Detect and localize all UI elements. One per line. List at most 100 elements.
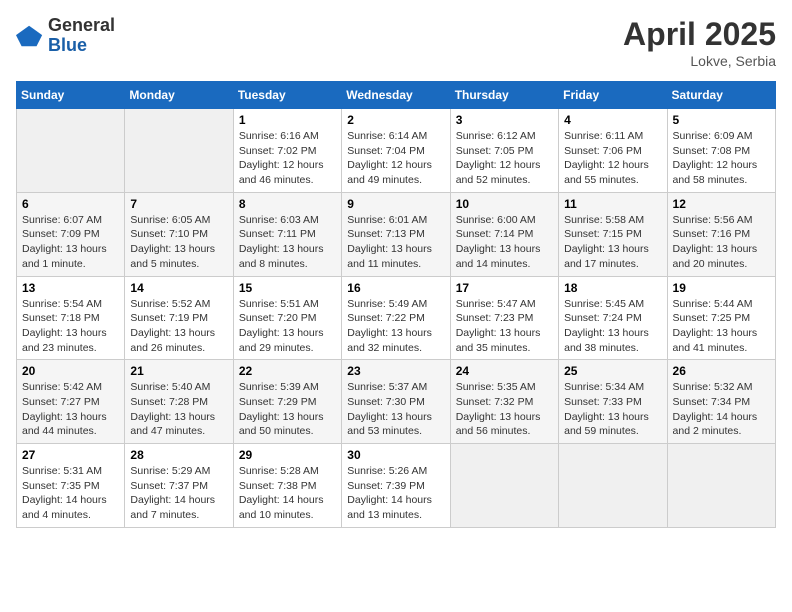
calendar-cell: 7Sunrise: 6:05 AMSunset: 7:10 PMDaylight… [125, 192, 233, 276]
day-info: Sunrise: 5:51 AMSunset: 7:20 PMDaylight:… [239, 297, 336, 356]
page-header: General Blue April 2025 Lokve, Serbia [16, 16, 776, 69]
calendar-cell: 20 Sunrise: 5:42 AMSunset: 7:27 PMDayligh… [17, 360, 125, 444]
day-info: Sunrise: 5:56 AMSunset: 7:16 PMDaylight:… [673, 213, 770, 272]
day-info: Sunrise: 5:42 AMSunset: 7:27 PMDaylight:… [22, 380, 119, 439]
calendar-header: Sunday Monday Tuesday Wednesday Thursday… [17, 82, 776, 109]
day-info: Sunrise: 5:35 AMSunset: 7:32 PMDaylight:… [456, 380, 553, 439]
calendar-body: 1Sunrise: 6:16 AMSunset: 7:02 PMDaylight… [17, 109, 776, 528]
calendar-cell: 23 Sunrise: 5:37 AMSunset: 7:30 PMDayligh… [342, 360, 450, 444]
calendar-cell: 19 Sunrise: 5:44 AMSunset: 7:25 PMDayligh… [667, 276, 775, 360]
day-info: Sunrise: 5:28 AMSunset: 7:38 PMDaylight:… [239, 464, 336, 523]
col-wednesday: Wednesday [342, 82, 450, 109]
calendar-cell: 28Sunrise: 5:29 AMSunset: 7:37 PMDayligh… [125, 444, 233, 528]
day-info: Sunrise: 6:11 AMSunset: 7:06 PMDaylight:… [564, 129, 661, 188]
calendar-cell: 3Sunrise: 6:12 AMSunset: 7:05 PMDaylight… [450, 109, 558, 193]
logo-text: General Blue [48, 16, 115, 56]
day-number: 5 [673, 113, 770, 127]
day-number: 10 [456, 197, 553, 211]
day-info: Sunrise: 5:52 AMSunset: 7:19 PMDaylight:… [130, 297, 227, 356]
col-tuesday: Tuesday [233, 82, 341, 109]
day-number: 24 [456, 364, 553, 378]
calendar-cell: 9 Sunrise: 6:01 AMSunset: 7:13 PMDaylight… [342, 192, 450, 276]
week-row-1: 6Sunrise: 6:07 AMSunset: 7:09 PMDaylight… [17, 192, 776, 276]
day-info: Sunrise: 5:49 AMSunset: 7:22 PMDaylight:… [347, 297, 444, 356]
day-info: Sunrise: 6:03 AMSunset: 7:11 PMDaylight:… [239, 213, 336, 272]
calendar-cell [559, 444, 667, 528]
day-info: Sunrise: 5:26 AMSunset: 7:39 PMDaylight:… [347, 464, 444, 523]
day-info: Sunrise: 5:32 AMSunset: 7:34 PMDaylight:… [673, 380, 770, 439]
title-block: April 2025 Lokve, Serbia [623, 16, 776, 69]
calendar-cell: 24 Sunrise: 5:35 AMSunset: 7:32 PMDayligh… [450, 360, 558, 444]
week-row-0: 1Sunrise: 6:16 AMSunset: 7:02 PMDaylight… [17, 109, 776, 193]
calendar-cell: 30 Sunrise: 5:26 AMSunset: 7:39 PMDayligh… [342, 444, 450, 528]
logo: General Blue [16, 16, 115, 56]
day-info: Sunrise: 5:54 AMSunset: 7:18 PMDaylight:… [22, 297, 119, 356]
day-number: 9 [347, 197, 444, 211]
day-number: 4 [564, 113, 661, 127]
calendar-cell: 27 Sunrise: 5:31 AMSunset: 7:35 PMDayligh… [17, 444, 125, 528]
day-number: 8 [239, 197, 336, 211]
day-info: Sunrise: 6:16 AMSunset: 7:02 PMDaylight:… [239, 129, 336, 188]
col-saturday: Saturday [667, 82, 775, 109]
calendar-cell [667, 444, 775, 528]
day-info: Sunrise: 5:44 AMSunset: 7:25 PMDaylight:… [673, 297, 770, 356]
day-number: 13 [22, 281, 119, 295]
calendar-cell: 25 Sunrise: 5:34 AMSunset: 7:33 PMDayligh… [559, 360, 667, 444]
day-number: 22 [239, 364, 336, 378]
day-info: Sunrise: 5:45 AMSunset: 7:24 PMDaylight:… [564, 297, 661, 356]
location: Lokve, Serbia [623, 53, 776, 69]
day-number: 26 [673, 364, 770, 378]
day-info: Sunrise: 5:31 AMSunset: 7:35 PMDaylight:… [22, 464, 119, 523]
calendar-cell: 10Sunrise: 6:00 AMSunset: 7:14 PMDayligh… [450, 192, 558, 276]
day-number: 11 [564, 197, 661, 211]
logo-general: General [48, 16, 115, 36]
day-info: Sunrise: 6:05 AMSunset: 7:10 PMDaylight:… [130, 213, 227, 272]
day-number: 12 [673, 197, 770, 211]
calendar-cell: 22Sunrise: 5:39 AMSunset: 7:29 PMDayligh… [233, 360, 341, 444]
calendar-cell: 14 Sunrise: 5:52 AMSunset: 7:19 PMDayligh… [125, 276, 233, 360]
week-row-4: 27 Sunrise: 5:31 AMSunset: 7:35 PMDayligh… [17, 444, 776, 528]
day-number: 20 [22, 364, 119, 378]
day-number: 3 [456, 113, 553, 127]
day-number: 27 [22, 448, 119, 462]
day-info: Sunrise: 6:01 AMSunset: 7:13 PMDaylight:… [347, 213, 444, 272]
calendar-cell: 6Sunrise: 6:07 AMSunset: 7:09 PMDaylight… [17, 192, 125, 276]
month-year: April 2025 [623, 16, 776, 53]
col-thursday: Thursday [450, 82, 558, 109]
day-number: 19 [673, 281, 770, 295]
day-number: 14 [130, 281, 227, 295]
day-number: 23 [347, 364, 444, 378]
calendar-cell: 17 Sunrise: 5:47 AMSunset: 7:23 PMDayligh… [450, 276, 558, 360]
day-info: Sunrise: 5:47 AMSunset: 7:23 PMDaylight:… [456, 297, 553, 356]
week-row-3: 20 Sunrise: 5:42 AMSunset: 7:27 PMDayligh… [17, 360, 776, 444]
day-info: Sunrise: 5:34 AMSunset: 7:33 PMDaylight:… [564, 380, 661, 439]
calendar-cell: 29Sunrise: 5:28 AMSunset: 7:38 PMDayligh… [233, 444, 341, 528]
header-row: Sunday Monday Tuesday Wednesday Thursday… [17, 82, 776, 109]
col-sunday: Sunday [17, 82, 125, 109]
day-number: 30 [347, 448, 444, 462]
week-row-2: 13 Sunrise: 5:54 AMSunset: 7:18 PMDayligh… [17, 276, 776, 360]
calendar-cell: 21Sunrise: 5:40 AMSunset: 7:28 PMDayligh… [125, 360, 233, 444]
logo-icon [16, 22, 44, 50]
calendar-cell: 15Sunrise: 5:51 AMSunset: 7:20 PMDayligh… [233, 276, 341, 360]
calendar-cell: 5 Sunrise: 6:09 AMSunset: 7:08 PMDaylight… [667, 109, 775, 193]
day-number: 21 [130, 364, 227, 378]
day-number: 28 [130, 448, 227, 462]
day-number: 25 [564, 364, 661, 378]
day-info: Sunrise: 6:14 AMSunset: 7:04 PMDaylight:… [347, 129, 444, 188]
calendar-cell: 2 Sunrise: 6:14 AMSunset: 7:04 PMDaylight… [342, 109, 450, 193]
calendar-cell: 8 Sunrise: 6:03 AMSunset: 7:11 PMDaylight… [233, 192, 341, 276]
day-number: 2 [347, 113, 444, 127]
day-number: 6 [22, 197, 119, 211]
col-friday: Friday [559, 82, 667, 109]
logo-blue: Blue [48, 36, 115, 56]
calendar-cell [125, 109, 233, 193]
day-info: Sunrise: 6:09 AMSunset: 7:08 PMDaylight:… [673, 129, 770, 188]
day-number: 17 [456, 281, 553, 295]
calendar-cell: 16 Sunrise: 5:49 AMSunset: 7:22 PMDayligh… [342, 276, 450, 360]
calendar-cell: 12 Sunrise: 5:56 AMSunset: 7:16 PMDayligh… [667, 192, 775, 276]
calendar-cell: 13 Sunrise: 5:54 AMSunset: 7:18 PMDayligh… [17, 276, 125, 360]
day-info: Sunrise: 5:37 AMSunset: 7:30 PMDaylight:… [347, 380, 444, 439]
calendar-cell: 4 Sunrise: 6:11 AMSunset: 7:06 PMDaylight… [559, 109, 667, 193]
day-number: 16 [347, 281, 444, 295]
